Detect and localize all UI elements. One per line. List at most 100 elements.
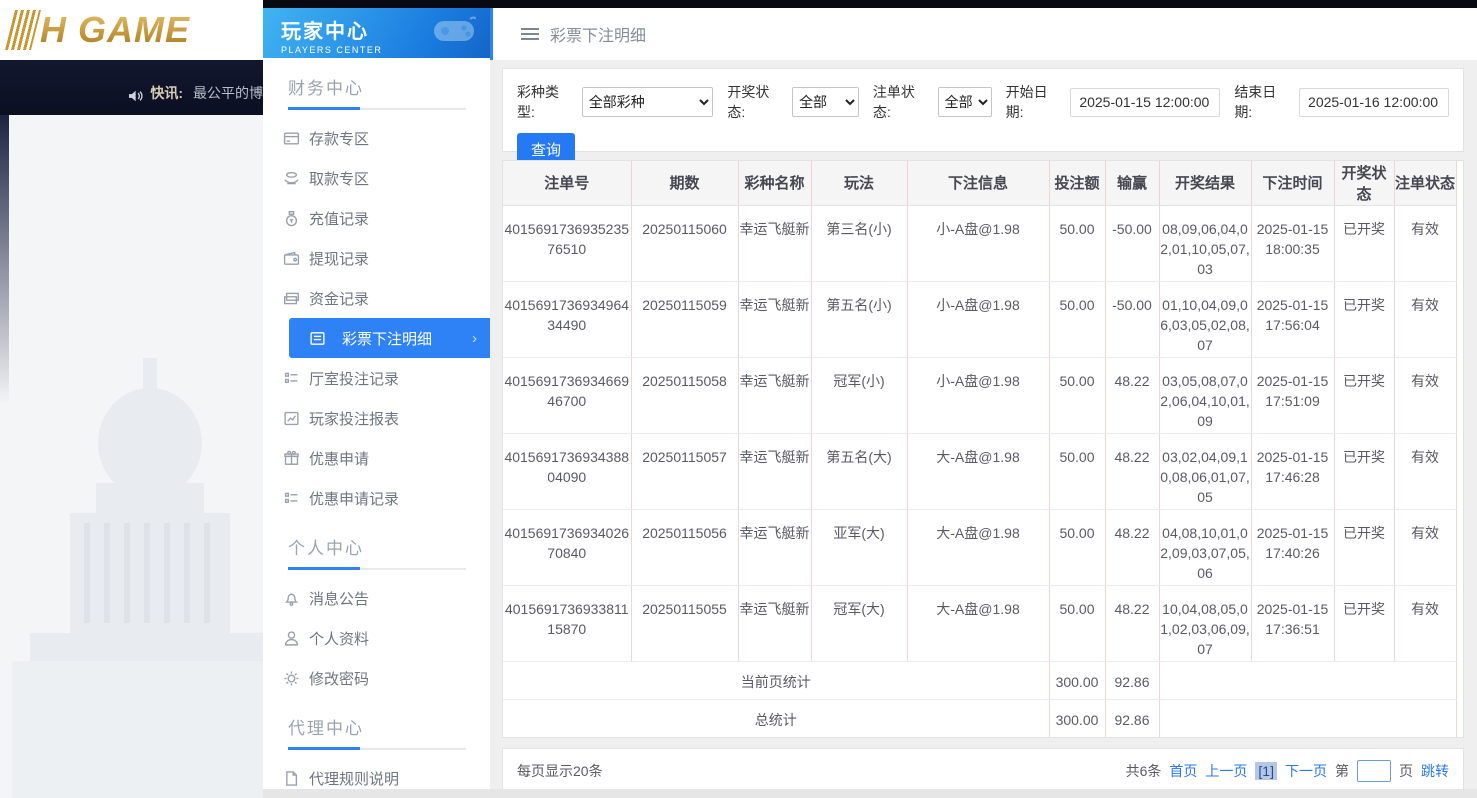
withdrawal-wallet-icon [283, 250, 300, 267]
summary-empty [1159, 699, 1457, 737]
cell-play: 冠军(小) [811, 357, 908, 434]
site-logo: H GAME [40, 9, 190, 50]
hamburger-menu-icon[interactable] [521, 27, 539, 41]
summary-amount: 300.00 [1049, 661, 1106, 700]
summary-label: 当前页统计 [503, 661, 1050, 700]
table-header-row: 注单号 期数 彩种名称 玩法 下注信息 投注额 输赢 开奖结果 下注时间 开奖状… [503, 161, 1457, 206]
cell-order-id: 401569173693466946700 [503, 357, 632, 434]
bet-table: 注单号 期数 彩种名称 玩法 下注信息 投注额 输赢 开奖结果 下注时间 开奖状… [503, 161, 1457, 737]
first-page-link[interactable]: 首页 [1169, 761, 1197, 781]
news-ticker-bar: 快讯: 最公平的博 [0, 60, 263, 115]
cell-bet-info: 大-A盘@1.98 [907, 433, 1050, 510]
horizontal-scrollbar-track[interactable] [263, 789, 1477, 798]
cell-play: 第三名(小) [811, 205, 908, 282]
sidebar-item-funds-record[interactable]: 资金记录 [263, 278, 490, 318]
cell-order-id: 401569173693402670840 [503, 509, 632, 586]
sidebar-item-recharge-record[interactable]: 充值记录 [263, 198, 490, 238]
ticker-text: 最公平的博 [193, 85, 263, 101]
cell-time: 2025-01-15 18:00:35 [1251, 205, 1335, 282]
cell-amount: 50.00 [1049, 585, 1106, 662]
cell-winloss: 48.22 [1105, 433, 1160, 510]
lottery-type-select[interactable]: 全部彩种 [581, 87, 714, 117]
start-date-input[interactable] [1070, 87, 1221, 117]
page: H GAME 快讯: 最公平的博 玩家中心 PLAYERS CENTER 财务中… [0, 0, 1477, 798]
sidebar-item-lottery-bet-details[interactable]: 彩票下注明细 › [289, 318, 490, 358]
sidebar-item-withdrawal-record[interactable]: 提现记录 [263, 238, 490, 278]
order-status-label: 注单状态: [872, 84, 915, 120]
section-underline [288, 567, 466, 570]
cell-order-id: 401569173693381115870 [503, 585, 632, 662]
table-row: 401569173693381115870 20250115055 幸运飞艇新 … [503, 585, 1457, 662]
cell-draw-status: 已开奖 [1334, 433, 1395, 510]
cell-order-status: 有效 [1394, 205, 1457, 282]
cell-amount: 50.00 [1049, 509, 1106, 586]
total-count-text: 共6条 [1125, 763, 1162, 779]
jump-link[interactable]: 跳转 [1421, 761, 1449, 781]
site-logo-band: H GAME [0, 0, 263, 60]
col-header: 注单状态 [1394, 161, 1457, 206]
recharge-moneybag-icon [283, 210, 300, 227]
cell-period: 20250115059 [631, 281, 739, 358]
cell-draw-status: 已开奖 [1334, 281, 1395, 358]
cell-play: 第五名(小) [811, 281, 908, 358]
sidebar-item-deposit-zone[interactable]: 存款专区 [263, 118, 490, 158]
section-underline [288, 747, 466, 750]
cell-order-id: 401569173693438804090 [503, 433, 632, 510]
cell-order-status: 有效 [1394, 357, 1457, 434]
page-jump-input[interactable] [1357, 760, 1391, 782]
sidebar-item-player-bet-report[interactable]: 玩家投注报表 [263, 398, 490, 438]
jump-prefix-text: 第 [1335, 763, 1349, 779]
sidebar-item-withdraw-zone[interactable]: 取款专区 [263, 158, 490, 198]
end-date-input[interactable] [1299, 87, 1450, 117]
cell-winloss: 48.22 [1105, 509, 1160, 586]
cell-order-status: 有效 [1394, 281, 1457, 358]
cell-period: 20250115060 [631, 205, 739, 282]
promo-apply-gift-icon [283, 450, 300, 467]
cell-period: 20250115055 [631, 585, 739, 662]
cell-order-id: 401569173693496434490 [503, 281, 632, 358]
col-header: 投注额 [1049, 161, 1106, 206]
sidebar-item-messages[interactable]: 消息公告 [263, 578, 490, 618]
start-date-label: 开始日期: [1005, 84, 1048, 120]
summary-amount: 300.00 [1049, 699, 1106, 737]
sidebar-item-promo-apply[interactable]: 优惠申请 [263, 438, 490, 478]
cell-time: 2025-01-15 17:46:28 [1251, 433, 1335, 510]
sidebar-item-label: 优惠申请记录 [309, 490, 400, 508]
agent-rules-doc-icon [283, 770, 300, 787]
cell-result: 03,05,08,07,02,06,04,10,01,09 [1159, 357, 1252, 434]
sidebar-item-change-password[interactable]: 修改密码 [263, 658, 490, 698]
cell-lottery: 幸运飞艇新 [738, 205, 812, 282]
lottery-type-label: 彩种类型: [517, 84, 559, 120]
sidebar-item-promo-apply-record[interactable]: 优惠申请记录 [263, 478, 490, 518]
cell-amount: 50.00 [1049, 281, 1106, 358]
sidebar-item-hall-bet-record[interactable]: 厅室投注记录 [263, 358, 490, 398]
sidebar-item-label: 修改密码 [309, 670, 370, 688]
next-page-link[interactable]: 下一页 [1285, 761, 1327, 781]
col-header: 下注时间 [1251, 161, 1335, 206]
order-status-select[interactable]: 全部 [937, 87, 992, 117]
cell-amount: 50.00 [1049, 433, 1106, 510]
cell-time: 2025-01-15 17:56:04 [1251, 281, 1335, 358]
cell-bet-info: 小-A盘@1.98 [907, 205, 1050, 282]
message-bell-icon [283, 590, 300, 607]
draw-status-select[interactable]: 全部 [792, 87, 859, 117]
cell-result: 03,02,04,09,10,08,06,01,07,05 [1159, 433, 1252, 510]
section-personal: 个人中心 [263, 518, 490, 570]
sidebar-item-profile[interactable]: 个人资料 [263, 618, 490, 658]
cell-bet-info: 大-A盘@1.98 [907, 509, 1050, 586]
sidebar: 玩家中心 PLAYERS CENTER 财务中心 存款专区 取款专区 充值记录 … [263, 8, 490, 798]
page-title: 彩票下注明细 [550, 28, 647, 45]
logo-bars-icon [5, 10, 41, 50]
summary-winloss: 92.86 [1105, 699, 1160, 737]
table-row: 401569173693523576510 20250115060 幸运飞艇新 … [503, 205, 1457, 282]
col-header: 期数 [631, 161, 739, 206]
col-header: 彩种名称 [738, 161, 812, 206]
table-row: 401569173693402670840 20250115056 幸运飞艇新 … [503, 509, 1457, 586]
table-row: 401569173693496434490 20250115059 幸运飞艇新 … [503, 281, 1457, 358]
section-agent: 代理中心 [263, 698, 490, 750]
cell-bet-info: 大-A盘@1.98 [907, 585, 1050, 662]
jump-suffix-text: 页 [1399, 763, 1413, 779]
cell-lottery: 幸运飞艇新 [738, 509, 812, 586]
summary-empty [1159, 661, 1457, 700]
prev-page-link[interactable]: 上一页 [1205, 761, 1247, 781]
